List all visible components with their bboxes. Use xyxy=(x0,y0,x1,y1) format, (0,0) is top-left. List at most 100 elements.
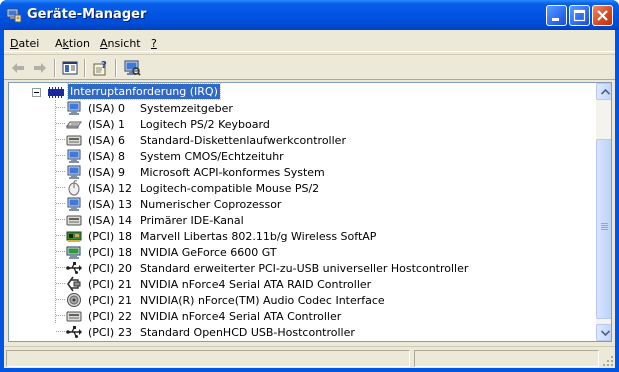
irq-number: 8 xyxy=(118,150,125,163)
monitor-icon xyxy=(67,149,81,163)
menu-aktion-rest: tion xyxy=(68,37,90,50)
drive-controller-icon xyxy=(66,215,82,226)
irq-number: 13 xyxy=(118,198,132,211)
tree-branch xyxy=(56,219,66,220)
status-pane-main xyxy=(6,350,410,367)
collapse-toggle[interactable] xyxy=(32,88,41,97)
irq-number: 0 xyxy=(118,102,125,115)
menu-help-label: ? xyxy=(151,37,157,50)
irq-bus: (PCI) xyxy=(88,230,115,243)
scroll-down-button[interactable] xyxy=(596,324,611,341)
chevron-down-icon xyxy=(601,330,610,336)
irq-number: 18 xyxy=(118,230,132,243)
chevron-up-icon xyxy=(601,89,610,95)
irq-number: 1 xyxy=(118,118,125,131)
irq-bus: (PCI) xyxy=(88,262,115,275)
device-manager-window: Geräte-Manager Datei Aktion Ansicht ? ? … xyxy=(0,0,619,372)
tree-branch xyxy=(56,107,66,108)
irq-number: 21 xyxy=(118,278,132,291)
irq-number: 9 xyxy=(118,166,125,179)
monitor-icon xyxy=(67,165,81,179)
irq-bus: (PCI) xyxy=(88,326,115,339)
minimize-icon xyxy=(552,18,559,21)
device-name: NVIDIA GeForce 6600 GT xyxy=(140,246,277,259)
irq-bus: (PCI) xyxy=(88,246,115,259)
status-pane-secondary xyxy=(414,350,599,367)
device-name: NVIDIA nForce4 Serial ATA Controller xyxy=(140,310,342,323)
device-name: Standard OpenHCD USB-Hostcontroller xyxy=(140,326,355,339)
menu-datei-rest: atei xyxy=(18,37,40,50)
menu-help[interactable]: ? xyxy=(151,37,157,50)
irq-number: 21 xyxy=(118,294,132,307)
irq-bus: (ISA) xyxy=(88,166,115,179)
minimize-button[interactable] xyxy=(546,5,567,26)
vertical-scrollbar[interactable] xyxy=(596,83,611,341)
device-tree: Interruptanforderung (IRQ) (ISA) 0 Syste… xyxy=(8,82,612,342)
device-name: Systemzeitgeber xyxy=(140,102,233,115)
menu-datei[interactable]: Datei xyxy=(10,37,39,50)
audio-icon xyxy=(67,293,81,307)
tree-branch xyxy=(56,123,66,124)
tree-branch xyxy=(56,299,66,300)
irq-bus: (PCI) xyxy=(88,278,115,291)
menu-ansicht[interactable]: Ansicht xyxy=(100,37,141,50)
irq-bus: (PCI) xyxy=(88,310,115,323)
usb-icon xyxy=(66,326,82,338)
window-title: Geräte-Manager xyxy=(27,7,147,22)
tree-branch xyxy=(56,235,66,236)
menu-ansicht-mnemonic: A xyxy=(100,37,108,50)
maximize-button[interactable] xyxy=(569,5,590,26)
device-name: Standard erweiterter PCI-zu-USB universe… xyxy=(140,262,469,275)
resize-grip-icon[interactable] xyxy=(602,355,614,367)
irq-number: 6 xyxy=(118,134,125,147)
tree-root-label: Interruptanforderung (IRQ) xyxy=(67,83,221,100)
keyboard-icon xyxy=(66,121,82,129)
irq-number: 12 xyxy=(118,182,132,195)
irq-bus: (ISA) xyxy=(88,102,115,115)
toolbar-separator xyxy=(115,59,117,77)
display-adapter-icon xyxy=(66,246,81,259)
toolbar: ? xyxy=(4,54,615,80)
tree-branch xyxy=(56,155,66,156)
irq-bus: (ISA) xyxy=(88,150,115,163)
irq-bus: (PCI) xyxy=(88,294,115,307)
tree-branch xyxy=(56,331,66,332)
raid-controller-icon xyxy=(67,276,81,292)
forward-arrow-icon[interactable] xyxy=(31,59,49,77)
back-arrow-icon[interactable] xyxy=(9,59,27,77)
show-hide-tree-icon[interactable] xyxy=(61,59,79,77)
irq-number: 20 xyxy=(118,262,132,275)
device-name: Numerischer Coprozessor xyxy=(140,198,282,211)
tree-branch xyxy=(56,139,66,140)
irq-bus: (ISA) xyxy=(88,182,115,195)
svg-text:?: ? xyxy=(101,60,107,71)
irq-icon xyxy=(48,87,64,98)
device-name: Logitech PS/2 Keyboard xyxy=(140,118,270,131)
network-card-icon xyxy=(66,231,82,242)
scroll-thumb[interactable] xyxy=(596,139,611,319)
device-name: System CMOS/Echtzeituhr xyxy=(140,150,284,163)
tree-branch xyxy=(56,283,66,284)
irq-bus: (ISA) xyxy=(88,134,115,147)
device-tree-content: Interruptanforderung (IRQ) (ISA) 0 Syste… xyxy=(9,83,596,341)
scroll-grip-line xyxy=(601,225,608,226)
tree-branch xyxy=(56,171,66,172)
menu-aktion[interactable]: Aktion xyxy=(55,37,90,50)
scan-hardware-icon[interactable] xyxy=(123,59,141,77)
close-button[interactable] xyxy=(592,5,613,26)
irq-number: 22 xyxy=(118,310,132,323)
scroll-up-button[interactable] xyxy=(596,83,611,100)
irq-number: 18 xyxy=(118,246,132,259)
device-name: Microsoft ACPI-konformes System xyxy=(140,166,325,179)
title-bar[interactable]: Geräte-Manager xyxy=(0,0,619,30)
properties-help-icon[interactable]: ? xyxy=(92,59,110,77)
tree-connector xyxy=(55,100,56,324)
irq-bus: (ISA) xyxy=(88,198,115,211)
scroll-grip-line xyxy=(601,223,608,224)
tree-branch xyxy=(56,267,66,268)
device-name: Marvell Libertas 802.11b/g Wireless Soft… xyxy=(140,230,377,243)
status-bar xyxy=(4,346,615,368)
device-name: NVIDIA(R) nForce(TM) Audio Codec Interfa… xyxy=(140,294,385,307)
tree-branch xyxy=(56,203,66,204)
mouse-icon xyxy=(68,180,80,196)
